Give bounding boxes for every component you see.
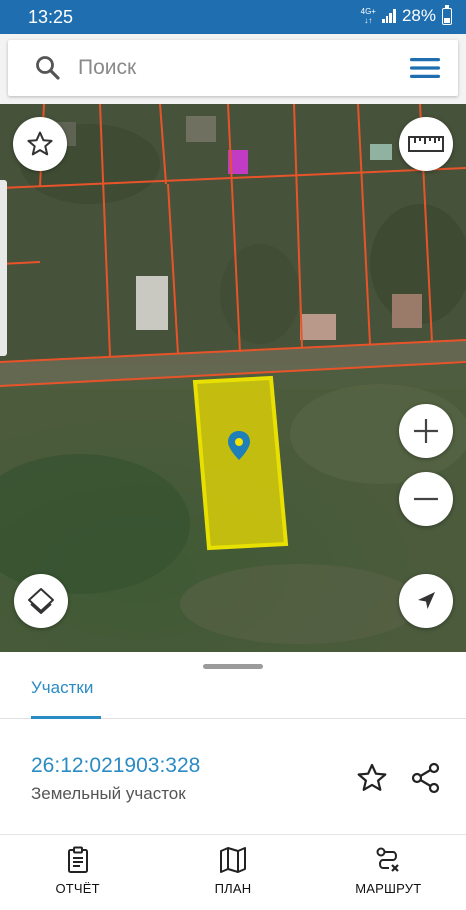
share-icon[interactable] bbox=[410, 762, 442, 794]
map-icon bbox=[219, 847, 246, 873]
search-bar bbox=[8, 40, 458, 96]
network-indicator: 4G+ ↓↑ bbox=[360, 7, 376, 25]
search-input[interactable] bbox=[78, 48, 378, 88]
nav-route-label: МАРШРУТ bbox=[355, 881, 422, 896]
zoom-out-button[interactable] bbox=[399, 472, 453, 526]
ruler-button[interactable] bbox=[399, 117, 453, 171]
status-indicators: 4G+ ↓↑ 28% bbox=[360, 4, 452, 26]
battery-percent: 28% bbox=[401, 6, 436, 25]
cadastral-number[interactable]: 26:12:021903:328 bbox=[31, 754, 200, 778]
side-drawer-handle[interactable] bbox=[0, 180, 7, 356]
satellite-map[interactable] bbox=[0, 104, 466, 652]
tab-active-indicator bbox=[31, 716, 101, 719]
nav-plan-label: ПЛАН bbox=[214, 881, 252, 896]
zoom-in-button[interactable] bbox=[399, 404, 453, 458]
nav-report[interactable]: ОТЧЁТ bbox=[0, 835, 155, 910]
star-icon bbox=[27, 131, 53, 156]
sheet-drag-handle[interactable] bbox=[203, 664, 263, 669]
status-time: 13:25 bbox=[28, 7, 74, 27]
favorite-parcel-star-icon[interactable] bbox=[356, 762, 388, 794]
parcel-type: Земельный участок bbox=[31, 784, 186, 803]
parcel-bottom-sheet: Участки 26:12:021903:328 Земельный участ… bbox=[0, 652, 466, 834]
tab-parcels[interactable]: Участки bbox=[31, 678, 93, 698]
status-bar: 13:25 4G+ ↓↑ 28% bbox=[0, 0, 466, 34]
battery-icon bbox=[442, 4, 452, 25]
ruler-icon bbox=[408, 136, 444, 152]
layers-button[interactable] bbox=[14, 574, 68, 628]
plus-icon bbox=[414, 419, 438, 443]
hamburger-menu-icon[interactable] bbox=[408, 54, 442, 82]
selected-parcel[interactable] bbox=[192, 375, 289, 551]
nav-report-label: ОТЧЁТ bbox=[55, 881, 100, 896]
layers-icon bbox=[28, 588, 54, 614]
nav-route[interactable]: МАРШРУТ bbox=[311, 835, 466, 910]
clipboard-icon bbox=[67, 846, 88, 873]
navigation-arrow-icon bbox=[418, 592, 435, 609]
search-icon[interactable] bbox=[34, 54, 62, 82]
map-canvas[interactable] bbox=[0, 104, 466, 652]
minus-icon bbox=[414, 497, 438, 501]
route-icon bbox=[376, 847, 400, 872]
app-header bbox=[0, 34, 466, 104]
nav-plan[interactable]: ПЛАН bbox=[155, 835, 310, 910]
locate-button[interactable] bbox=[399, 574, 453, 628]
favorite-map-button[interactable] bbox=[13, 117, 67, 171]
bottom-navigation: ОТЧЁТ ПЛАН МАРШРУТ bbox=[0, 834, 466, 910]
signal-icon bbox=[381, 9, 396, 23]
